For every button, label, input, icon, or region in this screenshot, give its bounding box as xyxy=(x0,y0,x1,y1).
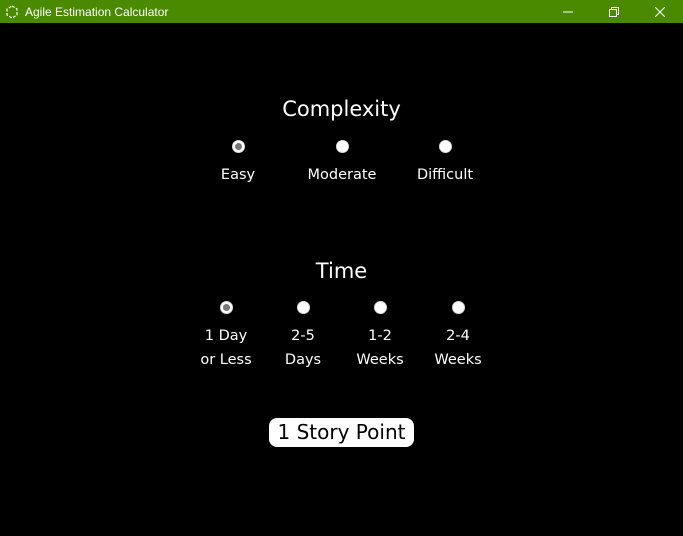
window-controls xyxy=(545,0,683,23)
time-label-line2: Days xyxy=(284,352,322,368)
restore-button[interactable] xyxy=(591,0,637,23)
complexity-label-moderate: Moderate xyxy=(307,167,377,183)
time-label-line1: 2-5 xyxy=(291,328,315,344)
close-button[interactable] xyxy=(637,0,683,23)
restore-icon xyxy=(609,6,619,17)
time-label-line2: or Less xyxy=(200,352,252,368)
app-window: Agile Estimation Calculator Complexity E… xyxy=(0,0,683,536)
time-label-line1: 1 Day xyxy=(204,328,248,344)
minimize-icon xyxy=(563,7,573,17)
time-label-line2: Weeks xyxy=(356,352,404,368)
time-option-2-4-weeks[interactable]: 2-4 Weeks xyxy=(413,301,503,372)
result-container: 1 Story Point xyxy=(0,418,683,447)
radio-button[interactable] xyxy=(373,301,387,314)
radio-button[interactable] xyxy=(451,301,465,314)
complexity-option-difficult[interactable]: Difficult xyxy=(400,140,490,187)
window-title: Agile Estimation Calculator xyxy=(25,4,169,19)
time-label-2-4-weeks: 2-4 Weeks xyxy=(413,324,503,372)
complexity-label-difficult: Difficult xyxy=(416,167,474,183)
radio-button[interactable] xyxy=(296,301,310,314)
minimize-button[interactable] xyxy=(545,0,591,23)
time-option-1-2-weeks[interactable]: 1-2 Weeks xyxy=(335,301,425,372)
title-bar[interactable]: Agile Estimation Calculator xyxy=(0,0,683,23)
complexity-label-easy: Easy xyxy=(220,167,256,183)
time-label-line1: 2-4 xyxy=(446,328,470,344)
close-icon xyxy=(655,6,665,17)
radio-button[interactable] xyxy=(335,140,349,153)
time-radio-group: 1 Day or Less 2-5 Days 1-2 Weeks 2-4 Wee… xyxy=(0,301,683,381)
complexity-title: Complexity xyxy=(282,97,401,121)
app-icon xyxy=(4,4,20,20)
complexity-radio-group: Easy Moderate Difficult xyxy=(0,140,683,220)
complexity-option-moderate[interactable]: Moderate xyxy=(297,140,387,187)
time-title: Time xyxy=(315,259,368,283)
complexity-option-easy[interactable]: Easy xyxy=(193,140,283,187)
time-label-1-2-weeks: 1-2 Weeks xyxy=(335,324,425,372)
story-point-result: 1 Story Point xyxy=(268,418,415,447)
time-label-line2: Weeks xyxy=(434,352,482,368)
radio-button-checked[interactable] xyxy=(231,140,245,153)
time-label-line1: 1-2 xyxy=(368,328,392,344)
radio-button-checked[interactable] xyxy=(219,301,233,314)
radio-button[interactable] xyxy=(438,140,452,153)
